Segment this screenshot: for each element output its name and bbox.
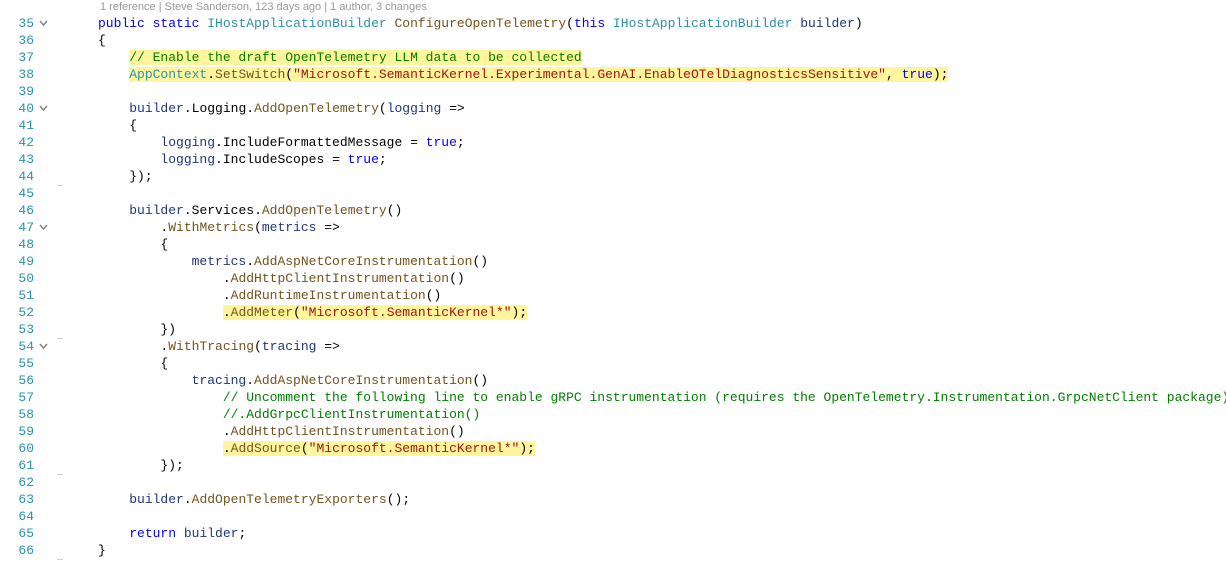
line-number: 55 — [0, 355, 36, 372]
code-line[interactable]: 50 .AddHttpClientInstrumentation() — [0, 270, 1226, 287]
code-line[interactable]: 51 .AddRuntimeInstrumentation() — [0, 287, 1226, 304]
code-line[interactable]: 47 .WithMetrics(metrics => — [0, 219, 1226, 236]
fold-chevron-icon[interactable] — [36, 104, 50, 113]
code-line[interactable]: 63 builder.AddOpenTelemetryExporters(); — [0, 491, 1226, 508]
code-line[interactable]: 36 { — [0, 32, 1226, 49]
fold-chevron-icon[interactable] — [36, 342, 50, 351]
code-line[interactable]: 54 .WithTracing(tracing => — [0, 338, 1226, 355]
line-number: 46 — [0, 202, 36, 219]
code-line[interactable]: 42 logging.IncludeFormattedMessage = tru… — [0, 134, 1226, 151]
line-number: 49 — [0, 253, 36, 270]
code-line[interactable]: 37 // Enable the draft OpenTelemetry LLM… — [0, 49, 1226, 66]
line-number: 62 — [0, 474, 36, 491]
code-line[interactable]: 48 { — [0, 236, 1226, 253]
line-number: 38 — [0, 66, 36, 83]
line-number: 45 — [0, 185, 36, 202]
line-number: 48 — [0, 236, 36, 253]
line-number: 40 — [0, 100, 36, 117]
line-number: 44 — [0, 168, 36, 185]
code-line[interactable]: 61 }); — [0, 457, 1226, 474]
line-number: 66 — [0, 542, 36, 559]
line-number: 60 — [0, 440, 36, 457]
line-number: 43 — [0, 151, 36, 168]
line-number: 36 — [0, 32, 36, 49]
line-number: 63 — [0, 491, 36, 508]
line-number: 52 — [0, 304, 36, 321]
line-number: 50 — [0, 270, 36, 287]
code-line[interactable]: 64 — [0, 508, 1226, 525]
line-number: 61 — [0, 457, 36, 474]
line-number: 39 — [0, 83, 36, 100]
line-number: 51 — [0, 287, 36, 304]
fold-chevron-icon[interactable] — [36, 19, 50, 28]
code-line[interactable]: 65 return builder; — [0, 525, 1226, 542]
code-line[interactable]: 40 builder.Logging.AddOpenTelemetry(logg… — [0, 100, 1226, 117]
code-line[interactable]: 46 builder.Services.AddOpenTelemetry() — [0, 202, 1226, 219]
code-line[interactable]: 57 // Uncomment the following line to en… — [0, 389, 1226, 406]
line-number: 35 — [0, 15, 36, 32]
code-line[interactable]: 58 //.AddGrpcClientInstrumentation() — [0, 406, 1226, 423]
code-line[interactable]: 44 }); — [0, 168, 1226, 185]
line-number: 42 — [0, 134, 36, 151]
code-line[interactable]: 45 — [0, 185, 1226, 202]
code-line[interactable]: 38 AppContext.SetSwitch("Microsoft.Seman… — [0, 66, 1226, 83]
code-line[interactable]: 52 .AddMeter("Microsoft.SemanticKernel*"… — [0, 304, 1226, 321]
line-number: 41 — [0, 117, 36, 134]
gutter: 1 reference | Steve Sanderson, 123 days … — [0, 0, 1226, 562]
code-line[interactable]: 53 }) — [0, 321, 1226, 338]
fold-chevron-icon[interactable] — [36, 223, 50, 232]
code-line[interactable]: 66 } — [0, 542, 1226, 559]
line-number: 56 — [0, 372, 36, 389]
code-line[interactable]: 62 — [0, 474, 1226, 491]
line-number: 58 — [0, 406, 36, 423]
code-editor[interactable]: 1 reference | Steve Sanderson, 123 days … — [0, 0, 1226, 562]
code-line[interactable]: 55 { — [0, 355, 1226, 372]
line-number: 54 — [0, 338, 36, 355]
code-line[interactable]: 43 logging.IncludeScopes = true; — [0, 151, 1226, 168]
code-line[interactable]: 39 — [0, 83, 1226, 100]
code-line[interactable]: 60 .AddSource("Microsoft.SemanticKernel*… — [0, 440, 1226, 457]
line-number: 47 — [0, 219, 36, 236]
line-number: 64 — [0, 508, 36, 525]
line-number: 59 — [0, 423, 36, 440]
code-line[interactable]: 56 tracing.AddAspNetCoreInstrumentation(… — [0, 372, 1226, 389]
code-line[interactable]: 41 { — [0, 117, 1226, 134]
codelens[interactable]: 1 reference | Steve Sanderson, 123 days … — [0, 0, 1226, 15]
code-line[interactable]: 35 public static IHostApplicationBuilder… — [0, 15, 1226, 32]
line-number: 65 — [0, 525, 36, 542]
line-number: 37 — [0, 49, 36, 66]
line-number: 57 — [0, 389, 36, 406]
code-line[interactable]: 49 metrics.AddAspNetCoreInstrumentation(… — [0, 253, 1226, 270]
line-number: 53 — [0, 321, 36, 338]
code-line[interactable]: 59 .AddHttpClientInstrumentation() — [0, 423, 1226, 440]
